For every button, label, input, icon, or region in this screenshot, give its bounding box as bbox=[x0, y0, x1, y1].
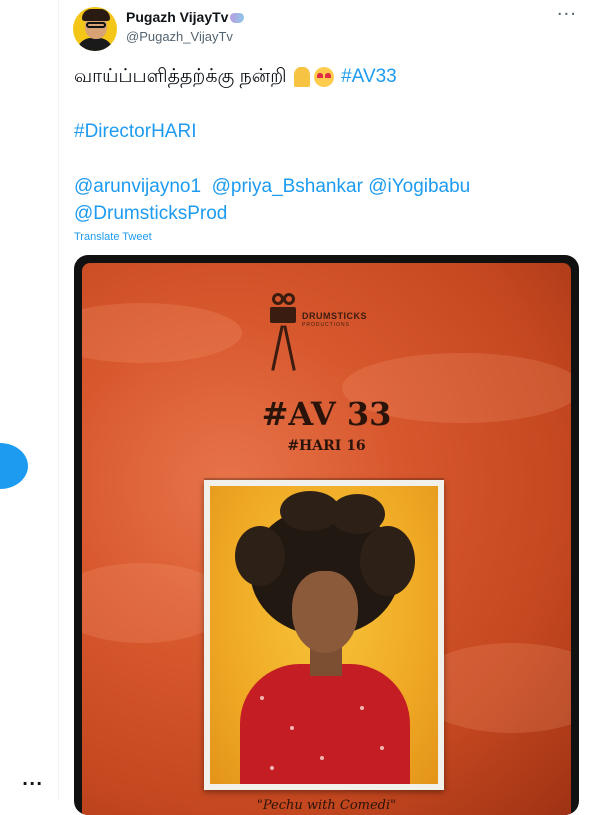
heart-eyes-emoji-icon bbox=[313, 66, 334, 87]
poster-tagline: "Pechu with Comedi" bbox=[256, 798, 397, 813]
actor-photo bbox=[204, 480, 444, 790]
more-menu-button[interactable]: ··· bbox=[22, 774, 43, 793]
poster-subtitle: #HARI 16 bbox=[287, 438, 366, 454]
mentions-line-1: @arunvijayno1 @priya_Bshankar @iYogibabu bbox=[74, 176, 470, 198]
avatar[interactable] bbox=[73, 7, 117, 51]
more-options-icon[interactable]: ··· bbox=[557, 4, 577, 25]
compose-tweet-button[interactable] bbox=[0, 443, 28, 489]
mention-drumsticksprod[interactable]: @DrumsticksProd bbox=[74, 203, 227, 225]
movie-camera-icon bbox=[270, 307, 296, 323]
tweet-media[interactable]: DRUMSTICKS PRODUCTIONS #AV 33 #HARI 16 "… bbox=[74, 255, 579, 815]
movie-poster: DRUMSTICKS PRODUCTIONS #AV 33 #HARI 16 "… bbox=[82, 263, 571, 815]
tweet-text-tamil: வாய்ப்பளித்தற்க்கு நன்றி bbox=[74, 66, 287, 87]
author-name[interactable]: Pugazh VijayTv bbox=[126, 9, 228, 25]
mention-arunvijayno1[interactable]: @arunvijayno1 bbox=[74, 176, 201, 197]
folded-hands-emoji-icon bbox=[293, 66, 310, 87]
translate-tweet-link[interactable]: Translate Tweet bbox=[74, 231, 152, 243]
mask-badge-icon bbox=[230, 13, 245, 24]
logo-title: DRUMSTICKS bbox=[302, 311, 367, 321]
tweet-text-line-1: வாய்ப்பளித்தற்க்கு நன்றி #AV33 bbox=[74, 66, 397, 90]
author-name-row[interactable]: Pugazh VijayTv bbox=[126, 9, 245, 25]
hashtag-av33[interactable]: #AV33 bbox=[341, 66, 397, 87]
author-handle[interactable]: @Pugazh_VijayTv bbox=[126, 29, 233, 44]
hashtag-directorhari[interactable]: #DirectorHARI bbox=[74, 121, 196, 143]
mention-priya-bshankar[interactable]: @priya_Bshankar bbox=[212, 176, 363, 197]
tweet: Pugazh VijayTv @Pugazh_VijayTv ··· வாய்ப… bbox=[58, 0, 594, 815]
mention-iyogibabu[interactable]: @iYogibabu bbox=[368, 176, 470, 197]
drumsticks-logo: DRUMSTICKS PRODUCTIONS bbox=[270, 293, 410, 393]
logo-subtitle: PRODUCTIONS bbox=[302, 322, 350, 328]
left-nav-rail: ··· bbox=[0, 0, 58, 800]
poster-title: #AV 33 bbox=[261, 395, 392, 433]
